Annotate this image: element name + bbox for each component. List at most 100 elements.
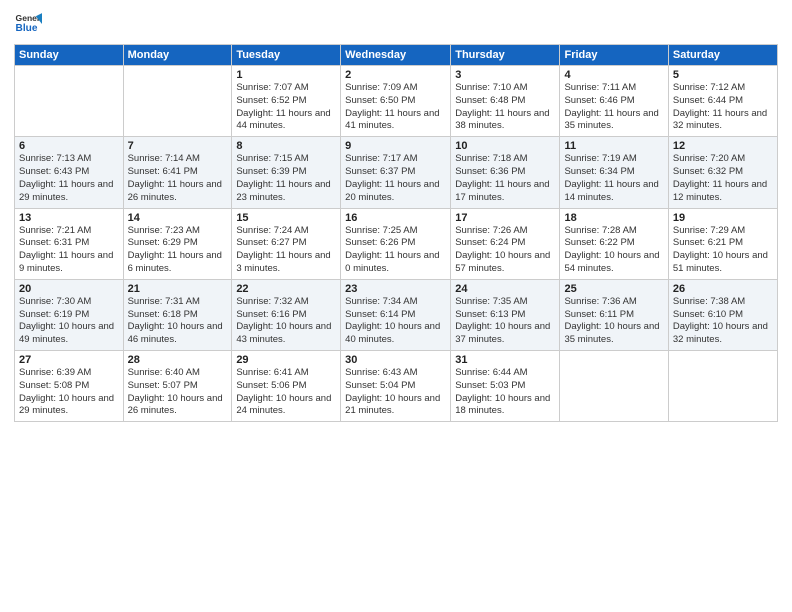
day-number: 17 xyxy=(455,212,555,224)
day-info: Sunrise: 7:14 AM Sunset: 6:41 PM Dayligh… xyxy=(128,153,228,204)
calendar-cell: 5Sunrise: 7:12 AM Sunset: 6:44 PM Daylig… xyxy=(668,66,777,137)
calendar-cell: 12Sunrise: 7:20 AM Sunset: 6:32 PM Dayli… xyxy=(668,137,777,208)
weekday-header-friday: Friday xyxy=(560,45,668,66)
day-number: 31 xyxy=(455,354,555,366)
day-number: 4 xyxy=(564,69,663,81)
calendar-row-4: 27Sunrise: 6:39 AM Sunset: 5:08 PM Dayli… xyxy=(15,351,778,422)
calendar-cell: 7Sunrise: 7:14 AM Sunset: 6:41 PM Daylig… xyxy=(123,137,232,208)
calendar-cell xyxy=(15,66,124,137)
day-number: 2 xyxy=(345,69,446,81)
day-info: Sunrise: 7:21 AM Sunset: 6:31 PM Dayligh… xyxy=(19,225,119,276)
day-number: 10 xyxy=(455,140,555,152)
calendar-table: SundayMondayTuesdayWednesdayThursdayFrid… xyxy=(14,44,778,422)
day-info: Sunrise: 7:17 AM Sunset: 6:37 PM Dayligh… xyxy=(345,153,446,204)
day-info: Sunrise: 7:28 AM Sunset: 6:22 PM Dayligh… xyxy=(564,225,663,276)
day-info: Sunrise: 7:15 AM Sunset: 6:39 PM Dayligh… xyxy=(236,153,336,204)
day-info: Sunrise: 7:32 AM Sunset: 6:16 PM Dayligh… xyxy=(236,296,336,347)
weekday-header-monday: Monday xyxy=(123,45,232,66)
calendar-cell: 13Sunrise: 7:21 AM Sunset: 6:31 PM Dayli… xyxy=(15,208,124,279)
day-info: Sunrise: 7:24 AM Sunset: 6:27 PM Dayligh… xyxy=(236,225,336,276)
calendar-cell: 9Sunrise: 7:17 AM Sunset: 6:37 PM Daylig… xyxy=(341,137,451,208)
day-info: Sunrise: 7:23 AM Sunset: 6:29 PM Dayligh… xyxy=(128,225,228,276)
day-number: 7 xyxy=(128,140,228,152)
weekday-header-sunday: Sunday xyxy=(15,45,124,66)
calendar-cell: 15Sunrise: 7:24 AM Sunset: 6:27 PM Dayli… xyxy=(232,208,341,279)
day-number: 6 xyxy=(19,140,119,152)
calendar-row-1: 6Sunrise: 7:13 AM Sunset: 6:43 PM Daylig… xyxy=(15,137,778,208)
day-number: 5 xyxy=(673,69,773,81)
calendar-cell: 6Sunrise: 7:13 AM Sunset: 6:43 PM Daylig… xyxy=(15,137,124,208)
day-number: 25 xyxy=(564,283,663,295)
calendar-row-0: 1Sunrise: 7:07 AM Sunset: 6:52 PM Daylig… xyxy=(15,66,778,137)
day-number: 16 xyxy=(345,212,446,224)
day-number: 12 xyxy=(673,140,773,152)
calendar-cell: 17Sunrise: 7:26 AM Sunset: 6:24 PM Dayli… xyxy=(451,208,560,279)
calendar-cell: 20Sunrise: 7:30 AM Sunset: 6:19 PM Dayli… xyxy=(15,279,124,350)
day-number: 21 xyxy=(128,283,228,295)
day-number: 26 xyxy=(673,283,773,295)
weekday-header-wednesday: Wednesday xyxy=(341,45,451,66)
calendar-cell xyxy=(560,351,668,422)
calendar-cell xyxy=(123,66,232,137)
day-number: 22 xyxy=(236,283,336,295)
day-info: Sunrise: 7:07 AM Sunset: 6:52 PM Dayligh… xyxy=(236,82,336,133)
day-info: Sunrise: 7:20 AM Sunset: 6:32 PM Dayligh… xyxy=(673,153,773,204)
calendar-cell: 23Sunrise: 7:34 AM Sunset: 6:14 PM Dayli… xyxy=(341,279,451,350)
day-info: Sunrise: 6:40 AM Sunset: 5:07 PM Dayligh… xyxy=(128,367,228,418)
day-info: Sunrise: 7:30 AM Sunset: 6:19 PM Dayligh… xyxy=(19,296,119,347)
calendar-cell: 31Sunrise: 6:44 AM Sunset: 5:03 PM Dayli… xyxy=(451,351,560,422)
day-number: 29 xyxy=(236,354,336,366)
calendar-cell: 8Sunrise: 7:15 AM Sunset: 6:39 PM Daylig… xyxy=(232,137,341,208)
logo: General Blue xyxy=(14,10,46,38)
day-info: Sunrise: 7:36 AM Sunset: 6:11 PM Dayligh… xyxy=(564,296,663,347)
day-number: 19 xyxy=(673,212,773,224)
day-info: Sunrise: 7:31 AM Sunset: 6:18 PM Dayligh… xyxy=(128,296,228,347)
day-info: Sunrise: 7:35 AM Sunset: 6:13 PM Dayligh… xyxy=(455,296,555,347)
calendar-cell: 2Sunrise: 7:09 AM Sunset: 6:50 PM Daylig… xyxy=(341,66,451,137)
calendar-cell: 27Sunrise: 6:39 AM Sunset: 5:08 PM Dayli… xyxy=(15,351,124,422)
page: General Blue SundayMondayTuesdayWednesda… xyxy=(0,0,792,612)
calendar-cell: 18Sunrise: 7:28 AM Sunset: 6:22 PM Dayli… xyxy=(560,208,668,279)
day-info: Sunrise: 7:12 AM Sunset: 6:44 PM Dayligh… xyxy=(673,82,773,133)
calendar-cell: 4Sunrise: 7:11 AM Sunset: 6:46 PM Daylig… xyxy=(560,66,668,137)
day-info: Sunrise: 6:41 AM Sunset: 5:06 PM Dayligh… xyxy=(236,367,336,418)
day-info: Sunrise: 7:34 AM Sunset: 6:14 PM Dayligh… xyxy=(345,296,446,347)
calendar-cell: 30Sunrise: 6:43 AM Sunset: 5:04 PM Dayli… xyxy=(341,351,451,422)
day-number: 8 xyxy=(236,140,336,152)
day-number: 30 xyxy=(345,354,446,366)
day-info: Sunrise: 7:19 AM Sunset: 6:34 PM Dayligh… xyxy=(564,153,663,204)
calendar-cell: 21Sunrise: 7:31 AM Sunset: 6:18 PM Dayli… xyxy=(123,279,232,350)
day-info: Sunrise: 6:43 AM Sunset: 5:04 PM Dayligh… xyxy=(345,367,446,418)
calendar-row-3: 20Sunrise: 7:30 AM Sunset: 6:19 PM Dayli… xyxy=(15,279,778,350)
calendar-cell: 3Sunrise: 7:10 AM Sunset: 6:48 PM Daylig… xyxy=(451,66,560,137)
calendar-cell: 16Sunrise: 7:25 AM Sunset: 6:26 PM Dayli… xyxy=(341,208,451,279)
weekday-header-tuesday: Tuesday xyxy=(232,45,341,66)
day-number: 28 xyxy=(128,354,228,366)
day-number: 15 xyxy=(236,212,336,224)
day-number: 24 xyxy=(455,283,555,295)
calendar-cell: 22Sunrise: 7:32 AM Sunset: 6:16 PM Dayli… xyxy=(232,279,341,350)
calendar-cell: 19Sunrise: 7:29 AM Sunset: 6:21 PM Dayli… xyxy=(668,208,777,279)
calendar-header-row: SundayMondayTuesdayWednesdayThursdayFrid… xyxy=(15,45,778,66)
day-info: Sunrise: 7:09 AM Sunset: 6:50 PM Dayligh… xyxy=(345,82,446,133)
day-number: 3 xyxy=(455,69,555,81)
day-info: Sunrise: 7:18 AM Sunset: 6:36 PM Dayligh… xyxy=(455,153,555,204)
svg-text:Blue: Blue xyxy=(16,23,38,34)
day-info: Sunrise: 7:25 AM Sunset: 6:26 PM Dayligh… xyxy=(345,225,446,276)
logo-icon: General Blue xyxy=(14,10,42,38)
calendar-cell: 14Sunrise: 7:23 AM Sunset: 6:29 PM Dayli… xyxy=(123,208,232,279)
header: General Blue xyxy=(14,10,778,38)
weekday-header-thursday: Thursday xyxy=(451,45,560,66)
day-info: Sunrise: 7:29 AM Sunset: 6:21 PM Dayligh… xyxy=(673,225,773,276)
day-number: 13 xyxy=(19,212,119,224)
calendar-cell: 25Sunrise: 7:36 AM Sunset: 6:11 PM Dayli… xyxy=(560,279,668,350)
day-number: 1 xyxy=(236,69,336,81)
calendar-cell: 11Sunrise: 7:19 AM Sunset: 6:34 PM Dayli… xyxy=(560,137,668,208)
day-number: 9 xyxy=(345,140,446,152)
day-info: Sunrise: 7:38 AM Sunset: 6:10 PM Dayligh… xyxy=(673,296,773,347)
calendar-cell xyxy=(668,351,777,422)
calendar-cell: 29Sunrise: 6:41 AM Sunset: 5:06 PM Dayli… xyxy=(232,351,341,422)
day-info: Sunrise: 7:13 AM Sunset: 6:43 PM Dayligh… xyxy=(19,153,119,204)
calendar-cell: 28Sunrise: 6:40 AM Sunset: 5:07 PM Dayli… xyxy=(123,351,232,422)
day-info: Sunrise: 6:39 AM Sunset: 5:08 PM Dayligh… xyxy=(19,367,119,418)
